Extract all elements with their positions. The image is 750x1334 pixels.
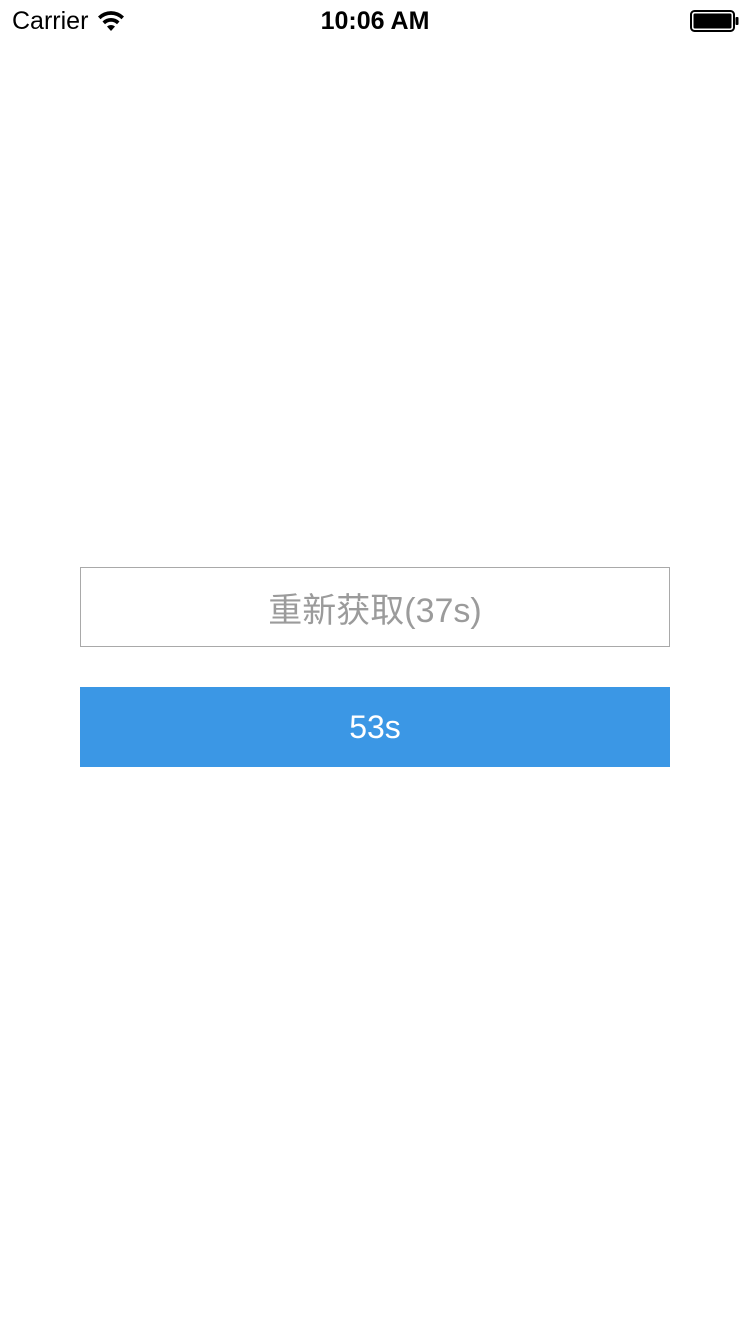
battery-full-icon <box>690 10 740 32</box>
status-bar: Carrier 10:06 AM <box>0 0 750 40</box>
countdown-label: 53s <box>349 708 401 745</box>
resend-code-label: 重新获取(37s) <box>268 591 482 630</box>
status-time: 10:06 AM <box>320 7 430 35</box>
countdown-button[interactable]: 53s <box>80 687 670 767</box>
screen: Carrier 10:06 AM 重新获取(37s) 53s <box>0 0 750 1334</box>
resend-code-button[interactable]: 重新获取(37s) <box>80 567 670 647</box>
